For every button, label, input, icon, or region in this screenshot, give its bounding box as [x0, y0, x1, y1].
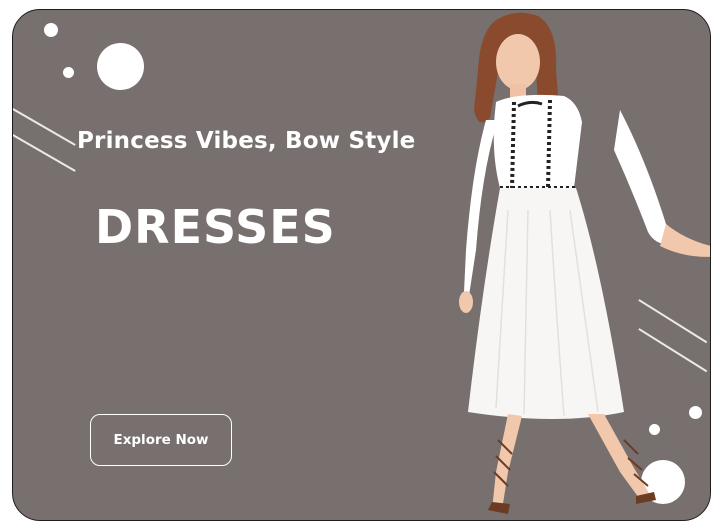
banner-title: DRESSES	[95, 200, 336, 254]
promo-banner: Princess Vibes, Bow Style DRESSES Explor…	[12, 9, 711, 521]
decor-circle-large	[97, 43, 144, 90]
model-image	[459, 12, 710, 514]
explore-now-button[interactable]: Explore Now	[90, 414, 232, 466]
decor-dot	[63, 67, 74, 78]
banner-subtitle: Princess Vibes, Bow Style	[77, 128, 416, 154]
decor-dot	[44, 23, 58, 37]
